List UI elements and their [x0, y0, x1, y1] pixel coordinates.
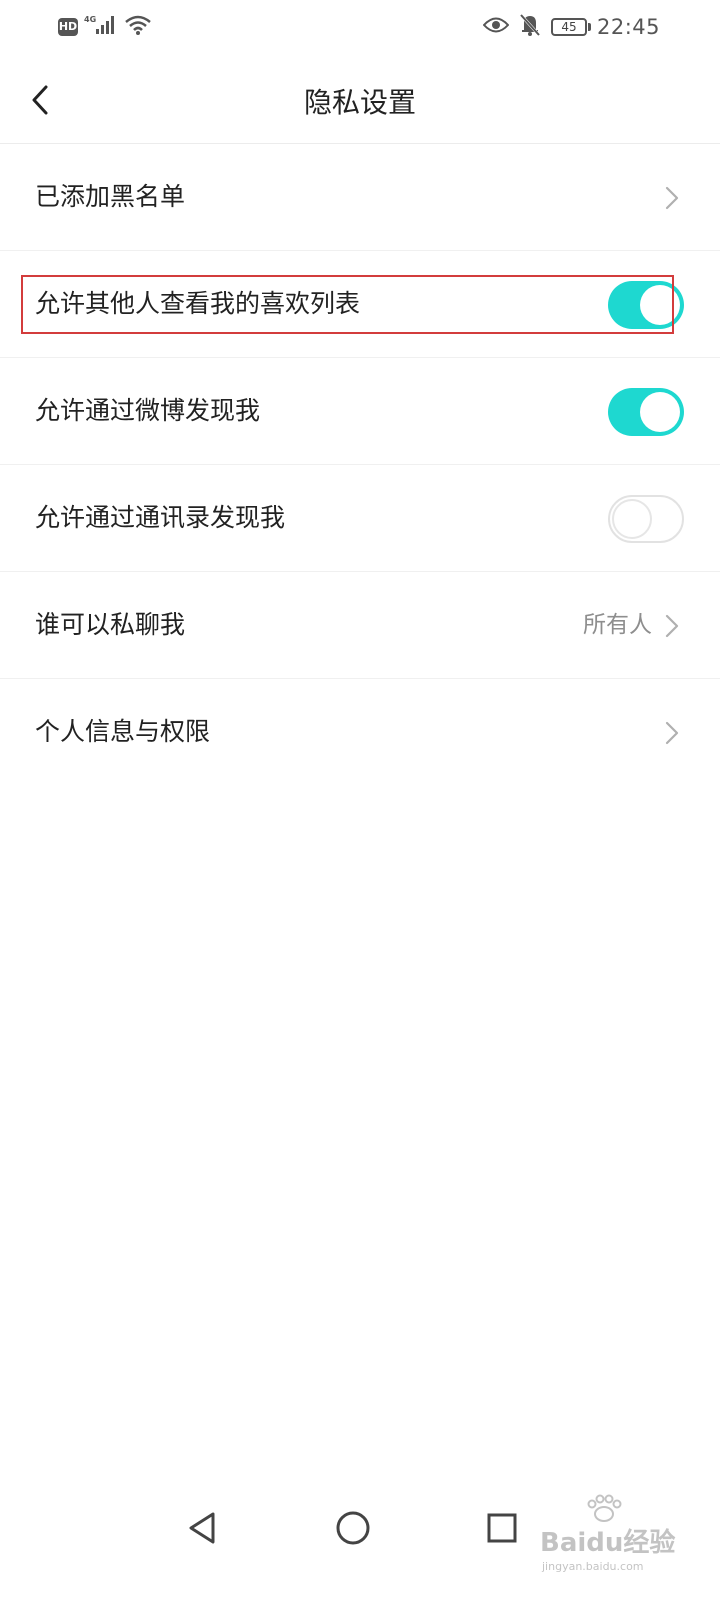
- back-triangle-icon[interactable]: [180, 1506, 224, 1550]
- settings-row-like-list: 允许其他人查看我的喜欢列表: [0, 251, 720, 358]
- like-list-toggle[interactable]: [608, 281, 684, 329]
- paw-icon: [587, 1494, 622, 1522]
- signal-icon: 4G: [84, 14, 118, 40]
- settings-row-weibo-discover: 允许通过微博发现我: [0, 358, 720, 465]
- settings-row-private-chat[interactable]: 谁可以私聊我 所有人: [0, 572, 720, 679]
- chevron-right-icon: [665, 614, 679, 638]
- chevron-right-icon: [665, 186, 679, 210]
- row-label: 谁可以私聊我: [35, 610, 186, 639]
- status-right-icons: 45 22:45: [482, 12, 660, 42]
- row-label: 允许通过通讯录发现我: [35, 503, 286, 532]
- wifi-icon: [124, 14, 152, 40]
- status-left-icons: HD 4G: [58, 14, 152, 40]
- status-bar: HD 4G 45 22:45: [0, 0, 720, 56]
- svg-text:4G: 4G: [84, 15, 96, 24]
- chevron-right-icon: [665, 721, 679, 745]
- toggle-knob: [640, 392, 680, 432]
- settings-list: 已添加黑名单 允许其他人查看我的喜欢列表 允许通过微博发现我 允许通过通讯录发现…: [0, 144, 720, 786]
- weibo-discover-toggle[interactable]: [608, 388, 684, 436]
- watermark-brand: Baidu经验: [540, 1528, 676, 1558]
- baidu-watermark: Baidu经验 jingyan.baidu.com: [540, 1494, 690, 1584]
- home-circle-icon[interactable]: [331, 1506, 375, 1550]
- settings-row-blacklist[interactable]: 已添加黑名单: [0, 144, 720, 251]
- row-label: 允许其他人查看我的喜欢列表: [35, 289, 361, 318]
- page-title: 隐私设置: [303, 86, 416, 119]
- battery-icon: 45: [550, 18, 591, 36]
- row-label: 个人信息与权限: [35, 717, 211, 746]
- status-time: 22:45: [596, 15, 660, 39]
- toggle-knob: [612, 499, 652, 539]
- contacts-discover-toggle[interactable]: [608, 495, 684, 543]
- row-label: 允许通过微博发现我: [35, 396, 261, 425]
- row-value: 所有人: [583, 612, 652, 638]
- settings-row-contacts-discover: 允许通过通讯录发现我: [0, 465, 720, 572]
- title-bar: 隐私设置: [0, 56, 720, 144]
- row-label: 已添加黑名单: [35, 182, 186, 211]
- recents-square-icon[interactable]: [480, 1506, 524, 1550]
- watermark-url: jingyan.baidu.com: [542, 1560, 644, 1573]
- settings-row-personal-info[interactable]: 个人信息与权限: [0, 679, 720, 786]
- eye-icon: [482, 16, 510, 38]
- hd-icon: HD: [58, 18, 78, 36]
- mute-bell-icon: [519, 13, 541, 41]
- toggle-knob: [640, 285, 680, 325]
